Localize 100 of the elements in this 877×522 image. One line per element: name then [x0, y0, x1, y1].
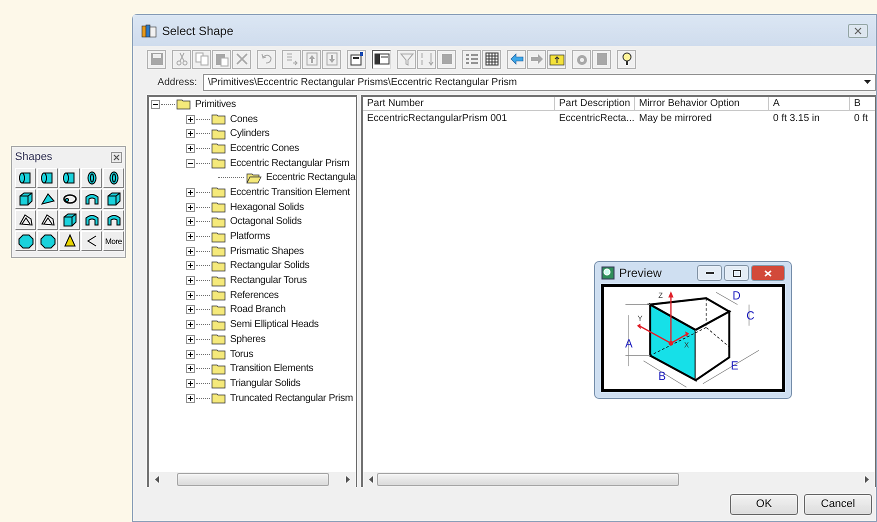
horizontal-scrollbar[interactable] [363, 472, 875, 487]
expand-toggle[interactable] [186, 364, 195, 374]
cone-shape-button[interactable] [59, 231, 80, 251]
arch-shape-button[interactable] [103, 210, 124, 230]
tree-item[interactable]: Triangular Solids [230, 378, 300, 389]
expand-toggle[interactable] [186, 261, 195, 270]
tree-item[interactable]: Hexagonal Solids [230, 202, 304, 213]
column-header[interactable]: A [769, 97, 850, 111]
close-button[interactable] [751, 265, 785, 281]
tree-item[interactable]: Octagonal Solids [230, 216, 302, 228]
tree-item[interactable]: Cones [230, 114, 258, 125]
tree-item[interactable]: Transition Elements [230, 363, 314, 374]
dialog-button[interactable]: Cancel [804, 494, 872, 514]
dialog-button[interactable]: OK [730, 494, 798, 514]
minimize-button[interactable] [697, 265, 722, 281]
wedge-shape-button[interactable] [37, 189, 58, 209]
back-icon[interactable] [507, 50, 526, 68]
expand-toggle[interactable] [186, 305, 195, 314]
tree-item[interactable]: Prismatic Shapes [230, 246, 304, 257]
tree-item[interactable]: Truncated Rectangular Prism [230, 392, 353, 404]
frame-shape-button[interactable] [37, 210, 58, 230]
expand-toggle[interactable] [186, 158, 195, 168]
tree-item[interactable]: Platforms [230, 231, 270, 242]
palette-title: Shapes [15, 151, 52, 163]
expand-toggle[interactable] [151, 100, 160, 109]
folder-up-icon[interactable] [547, 50, 566, 68]
torus-shape-button[interactable] [59, 189, 80, 209]
horizontal-scrollbar[interactable] [149, 472, 356, 487]
cone-icon [62, 233, 78, 249]
close-button[interactable] [848, 24, 868, 38]
dimension-label: D [732, 290, 741, 303]
expand-toggle[interactable] [186, 320, 195, 330]
expand-toggle[interactable] [186, 334, 195, 344]
tree-item[interactable]: Cylinders [230, 128, 270, 140]
tree-item[interactable]: Eccentric Transition Element [230, 186, 350, 198]
address-field[interactable]: \Primitives\Eccentric Rectangular Prisms\Eccentric Rectangular Prism [203, 74, 876, 90]
arch-shape-button[interactable] [81, 210, 102, 230]
cylinder-icon [62, 170, 78, 186]
cylinder-shape-button[interactable] [37, 168, 58, 188]
expand-toggle[interactable] [186, 188, 195, 197]
expand-toggle[interactable] [186, 394, 195, 403]
tree-item[interactable]: References [230, 290, 279, 301]
expand-toggle[interactable] [186, 232, 195, 242]
close-icon [764, 270, 772, 276]
left-arrow-icon[interactable] [155, 476, 159, 483]
expand-toggle[interactable] [186, 350, 195, 359]
tree-item[interactable]: Torus [230, 348, 254, 360]
tree-item[interactable]: Semi Elliptical Heads [230, 319, 319, 330]
maximize-button[interactable] [724, 265, 749, 281]
grid-icon[interactable] [482, 50, 501, 68]
arch-icon [84, 212, 100, 228]
address-label: Address: [156, 76, 197, 88]
disc-shape-button[interactable] [103, 168, 124, 188]
frame-icon [18, 212, 34, 228]
right-arrow-icon[interactable] [346, 476, 350, 483]
cylinder-icon [40, 170, 56, 186]
frame-shape-button[interactable] [15, 210, 36, 230]
tree-item[interactable]: Rectangular Torus [230, 275, 307, 286]
expand-toggle[interactable] [186, 276, 195, 286]
expand-toggle[interactable] [186, 144, 195, 153]
expand-toggle[interactable] [186, 217, 195, 226]
expand-toggle[interactable] [186, 378, 195, 388]
arch-icon [84, 191, 100, 207]
right-arrow-icon[interactable] [865, 476, 869, 483]
details-icon[interactable] [462, 50, 481, 68]
tree-icon[interactable] [372, 50, 391, 68]
tree-item[interactable]: Eccentric Cones [230, 142, 300, 154]
tree-item[interactable]: Rectangular Solids [230, 260, 310, 272]
arch-shape-button[interactable] [81, 189, 102, 209]
column-header[interactable]: Mirror Behavior Option [635, 97, 769, 111]
tree-item[interactable]: Road Branch [230, 304, 286, 316]
expand-toggle[interactable] [186, 202, 195, 212]
folder-icon [211, 260, 226, 272]
tree-item[interactable]: Primitives [195, 98, 236, 110]
expand-toggle[interactable] [186, 129, 195, 138]
box-shape-button[interactable] [15, 189, 36, 209]
tree-item[interactable]: Eccentric Rectangular Prism [230, 158, 350, 169]
help-icon[interactable] [617, 50, 636, 68]
box-icon [106, 191, 122, 207]
left-arrow-icon[interactable] [369, 476, 373, 483]
close-button[interactable] [111, 152, 122, 162]
box-shape-button[interactable] [59, 210, 80, 230]
column-header[interactable]: Part Number [363, 97, 555, 111]
properties-icon[interactable] [347, 50, 366, 68]
column-header[interactable]: B [850, 97, 875, 111]
disc-shape-button[interactable] [81, 168, 102, 188]
more-button[interactable]: More [103, 231, 124, 251]
expand-toggle[interactable] [186, 246, 195, 256]
expand-toggle[interactable] [186, 290, 195, 300]
cylinder-shape-button[interactable] [59, 168, 80, 188]
column-header[interactable]: Part Description [555, 97, 635, 111]
tree-item[interactable]: Eccentric Rectangula [266, 172, 356, 184]
box-shape-button[interactable] [103, 189, 124, 209]
dropdown-icon[interactable] [864, 80, 871, 84]
expand-toggle[interactable] [186, 114, 195, 124]
folder-icon [211, 274, 226, 287]
tree-item[interactable]: Spheres [230, 334, 266, 345]
cylinder-shape-button[interactable] [15, 168, 36, 188]
preview-title: Preview [619, 266, 663, 280]
folder-icon [211, 201, 226, 214]
